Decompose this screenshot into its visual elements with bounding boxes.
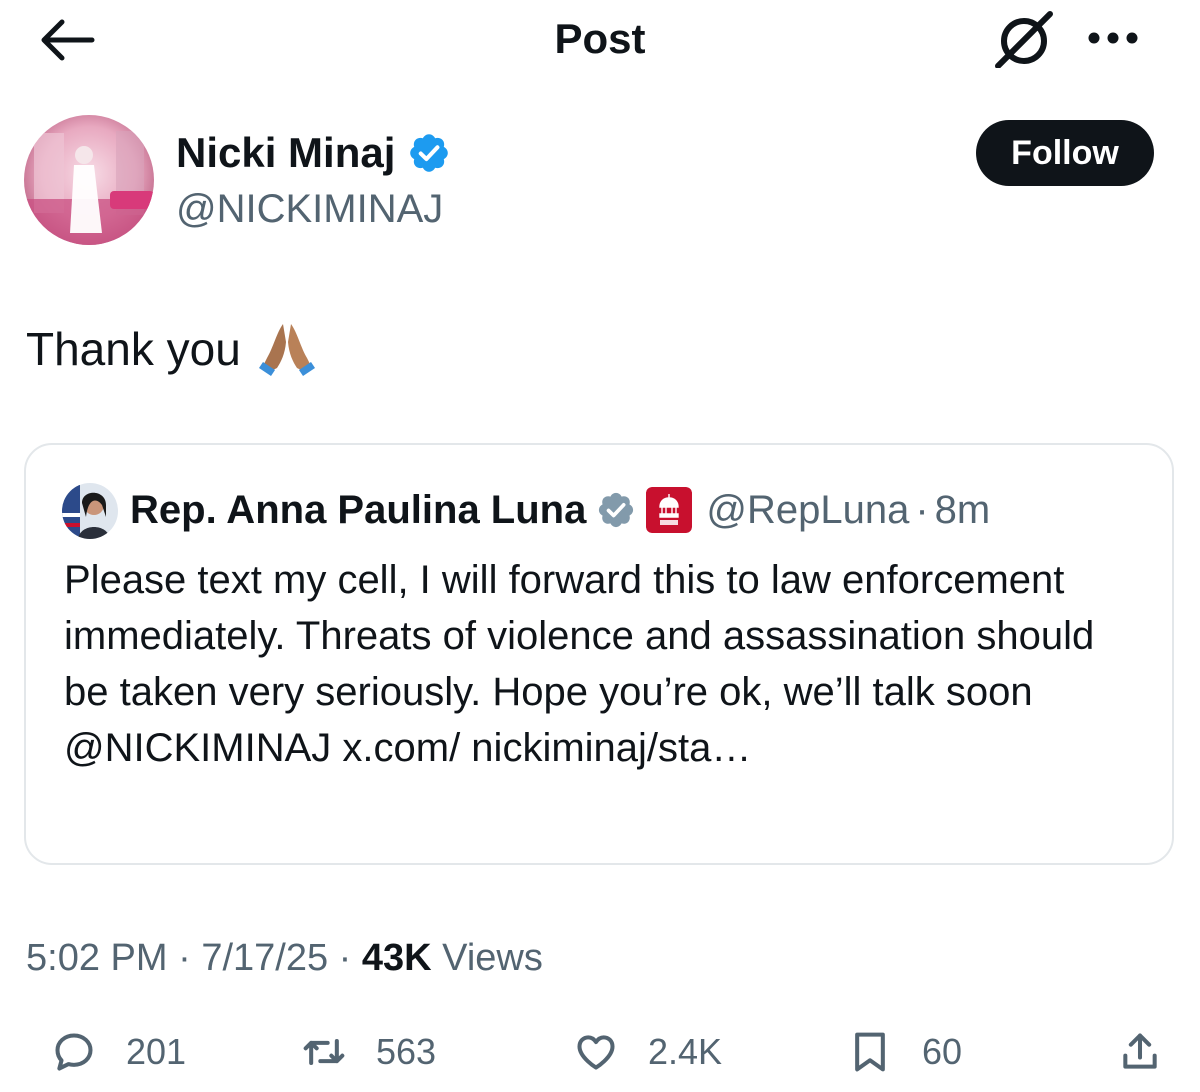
views-count: 43K bbox=[361, 937, 432, 979]
follow-button[interactable]: Follow bbox=[976, 120, 1154, 186]
avatar[interactable] bbox=[24, 115, 154, 245]
quote-author-handle[interactable]: @RepLuna bbox=[706, 488, 909, 533]
tweet-meta: 5:02 PM · 7/17/25 · 43K Views bbox=[26, 932, 543, 984]
tweet-text-content: Thank you bbox=[26, 323, 241, 375]
repost-count: 563 bbox=[376, 1031, 437, 1072]
share-button[interactable] bbox=[1118, 1020, 1162, 1084]
meta-separator: · bbox=[338, 937, 352, 979]
tweet-time[interactable]: 5:02 PM bbox=[26, 937, 168, 979]
grok-icon bbox=[995, 11, 1053, 69]
meta-separator: · bbox=[178, 937, 191, 979]
share-icon bbox=[1123, 1033, 1157, 1069]
gov-verified-badge-icon bbox=[599, 492, 634, 528]
verified-badge-icon bbox=[410, 134, 449, 172]
praying-hands-emoji bbox=[258, 324, 315, 376]
more-button[interactable] bbox=[1082, 20, 1144, 56]
tweet-text: Thank you bbox=[26, 318, 319, 380]
reply-icon bbox=[55, 1033, 93, 1071]
like-icon bbox=[577, 1035, 615, 1070]
grok-button[interactable] bbox=[992, 10, 1056, 69]
repost-icon bbox=[303, 1038, 345, 1066]
like-count: 2.4K bbox=[648, 1031, 723, 1072]
bookmark-icon bbox=[855, 1032, 885, 1072]
author-name[interactable]: Nicki Minaj bbox=[176, 124, 395, 182]
reply-count: 201 bbox=[126, 1031, 187, 1072]
gov-badge-icon bbox=[646, 487, 693, 533]
quote-separator: · bbox=[915, 487, 929, 532]
views-label: Views bbox=[442, 937, 543, 979]
repost-button[interactable]: 563 bbox=[298, 1020, 436, 1084]
reply-button[interactable]: 201 bbox=[52, 1020, 186, 1084]
bookmark-count: 60 bbox=[922, 1031, 963, 1072]
bookmark-button[interactable]: 60 bbox=[848, 1020, 962, 1084]
quote-avatar[interactable] bbox=[62, 483, 118, 539]
author-handle[interactable]: @NICKIMINAJ bbox=[176, 182, 443, 236]
quote-timestamp[interactable]: 8m bbox=[935, 488, 991, 533]
like-button[interactable]: 2.4K bbox=[574, 1020, 722, 1084]
more-icon bbox=[1088, 32, 1138, 44]
quote-author-name[interactable]: Rep. Anna Paulina Luna bbox=[130, 488, 586, 533]
tweet-date[interactable]: 7/17/25 bbox=[201, 937, 328, 979]
quote-text: Please text my cell, I will forward this… bbox=[64, 558, 1095, 770]
